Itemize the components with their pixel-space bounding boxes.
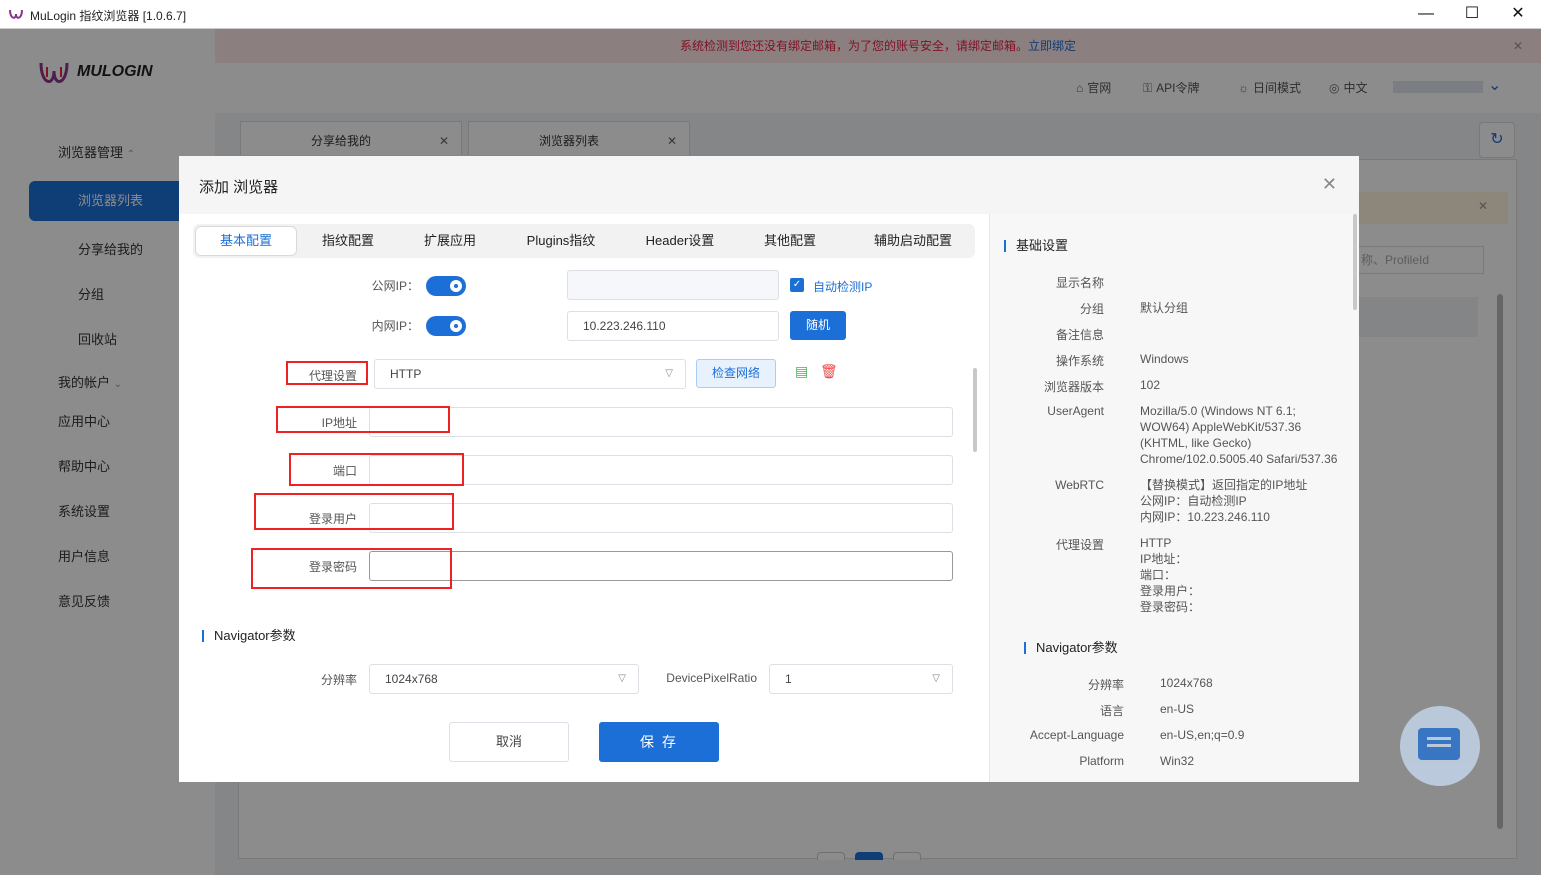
platform-value: Win32	[1160, 754, 1195, 768]
resolution-label: 分辨率	[320, 673, 357, 687]
os-value: Windows	[1140, 352, 1189, 366]
resolution-value: 1024x768	[1160, 676, 1213, 690]
accept-language-key: Accept-Language	[1029, 728, 1124, 742]
minimize-button[interactable]: —	[1403, 0, 1449, 29]
os-key: 操作系统	[1055, 354, 1104, 368]
port-label: 端口	[332, 464, 357, 478]
proxy-value-3: 端口：	[1140, 568, 1177, 582]
tab-header[interactable]: Header设置	[633, 224, 727, 258]
useragent-key: UserAgent	[1047, 404, 1104, 418]
group-value: 默认分组	[1140, 301, 1189, 315]
public-ip-label: 公网IP：	[371, 279, 419, 293]
tab-launch[interactable]: 辅助启动配置	[861, 224, 965, 258]
internal-ip-toggle[interactable]	[426, 316, 466, 336]
proxy-password-input[interactable]	[369, 551, 953, 581]
ip-address-label: IP地址	[321, 416, 357, 430]
save-button[interactable]: 保 存	[599, 722, 719, 762]
close-icon[interactable]: ✕	[1322, 174, 1337, 195]
proxy-type-select[interactable]: HTTP ▽	[374, 359, 686, 389]
navigator-summary-title: Navigator参数	[1024, 641, 1118, 654]
webrtc-value-3: 内网IP：10.223.246.110	[1140, 510, 1270, 524]
internal-ip-input[interactable]: 10.223.246.110	[567, 311, 779, 341]
resolution-key: 分辨率	[1087, 678, 1124, 692]
navigator-section-title: Navigator参数	[202, 629, 296, 642]
tab-plugins[interactable]: Plugins指纹	[511, 224, 611, 258]
tab-other[interactable]: 其他配置	[753, 224, 827, 258]
group-key: 分组	[1079, 302, 1104, 316]
proxy-value-4: 登录用户：	[1140, 584, 1201, 598]
proxy-user-input[interactable]	[369, 503, 953, 533]
language-value: en-US	[1160, 702, 1195, 716]
document-icon[interactable]: ▤	[795, 363, 808, 380]
platform-key: Platform	[1079, 754, 1124, 768]
basic-settings-title: 基础设置	[1004, 239, 1068, 252]
tab-extensions[interactable]: 扩展应用	[413, 224, 487, 258]
language-key: 语言	[1099, 704, 1124, 718]
proxy-key: 代理设置	[1055, 538, 1104, 552]
browser-version-value: 102	[1140, 378, 1161, 392]
auto-detect-checkbox[interactable]: ✓	[790, 278, 804, 292]
close-window-button[interactable]: ✕	[1495, 0, 1541, 29]
proxy-value-5: 登录密码：	[1140, 600, 1201, 614]
trash-icon[interactable]: 🗑	[820, 363, 838, 380]
window-title: MuLogin 指纹浏览器 [1.0.6.7]	[30, 9, 187, 23]
chevron-down-icon: ▽	[665, 368, 673, 379]
remark-key: 备注信息	[1055, 328, 1104, 342]
add-browser-dialog: 添加 浏览器 ✕ 基本配置 指纹配置 扩展应用 Plugins指纹 Header…	[179, 156, 1359, 782]
proxy-label: 代理设置	[308, 369, 357, 383]
dialog-header: 添加 浏览器 ✕	[179, 156, 1359, 214]
dpr-select[interactable]: 1 ▽	[769, 664, 953, 694]
check-network-button[interactable]: 检查网络	[696, 359, 776, 388]
useragent-value-3: (KHTML, like Gecko)	[1140, 436, 1252, 450]
webrtc-key: WebRTC	[1055, 478, 1104, 492]
useragent-value-1: Mozilla/5.0 (Windows NT 6.1;	[1140, 404, 1296, 418]
login-user-label: 登录用户	[308, 512, 357, 526]
chat-icon	[1418, 728, 1460, 760]
config-tabbar: 基本配置 指纹配置 扩展应用 Plugins指纹 Header设置 其他配置 辅…	[193, 224, 975, 258]
resolution-select[interactable]: 1024x768 ▽	[369, 664, 639, 694]
useragent-value-4: Chrome/102.0.5005.40 Safari/537.36	[1140, 452, 1338, 466]
tab-fingerprint[interactable]: 指纹配置	[311, 224, 385, 258]
internal-ip-label: 内网IP：	[371, 319, 419, 333]
chevron-down-icon: ▽	[932, 673, 940, 684]
browser-version-key: 浏览器版本	[1043, 380, 1104, 394]
accept-language-value: en-US,en;q=0.9	[1160, 728, 1245, 742]
proxy-value-2: IP地址：	[1140, 552, 1188, 566]
proxy-ip-input[interactable]	[369, 407, 953, 437]
webrtc-value-1: 【替换模式】返回指定的IP地址	[1140, 478, 1308, 492]
chat-support-button[interactable]	[1400, 706, 1480, 786]
form-scrollbar[interactable]	[973, 368, 977, 452]
summary-scrollbar[interactable]	[1353, 214, 1357, 310]
display-name-key: 显示名称	[1055, 276, 1104, 290]
dpr-label: DevicePixelRatio	[666, 671, 757, 685]
proxy-value-1: HTTP	[1140, 536, 1172, 550]
maximize-button[interactable]: ☐	[1449, 0, 1495, 29]
dialog-title: 添加 浏览器	[199, 179, 279, 196]
auto-detect-label[interactable]: 自动检测IP	[813, 278, 872, 295]
random-button[interactable]: 随机	[790, 311, 846, 340]
summary-panel: 基础设置 显示名称 分组 默认分组 备注信息 操作系统 Windows 浏览器版…	[989, 214, 1359, 782]
login-password-label: 登录密码	[308, 560, 357, 574]
useragent-value-2: WOW64) AppleWebKit/537.36	[1140, 420, 1302, 434]
public-ip-input	[567, 270, 779, 300]
window-titlebar: MuLogin 指纹浏览器 [1.0.6.7] — ☐ ✕	[0, 0, 1541, 29]
public-ip-toggle[interactable]	[426, 276, 466, 296]
tab-basic-config[interactable]: 基本配置	[195, 226, 297, 256]
webrtc-value-2: 公网IP：自动检测IP	[1140, 494, 1247, 508]
cancel-button[interactable]: 取消	[449, 722, 569, 762]
chevron-down-icon: ▽	[618, 673, 626, 684]
mulogin-logo-icon	[9, 9, 23, 19]
